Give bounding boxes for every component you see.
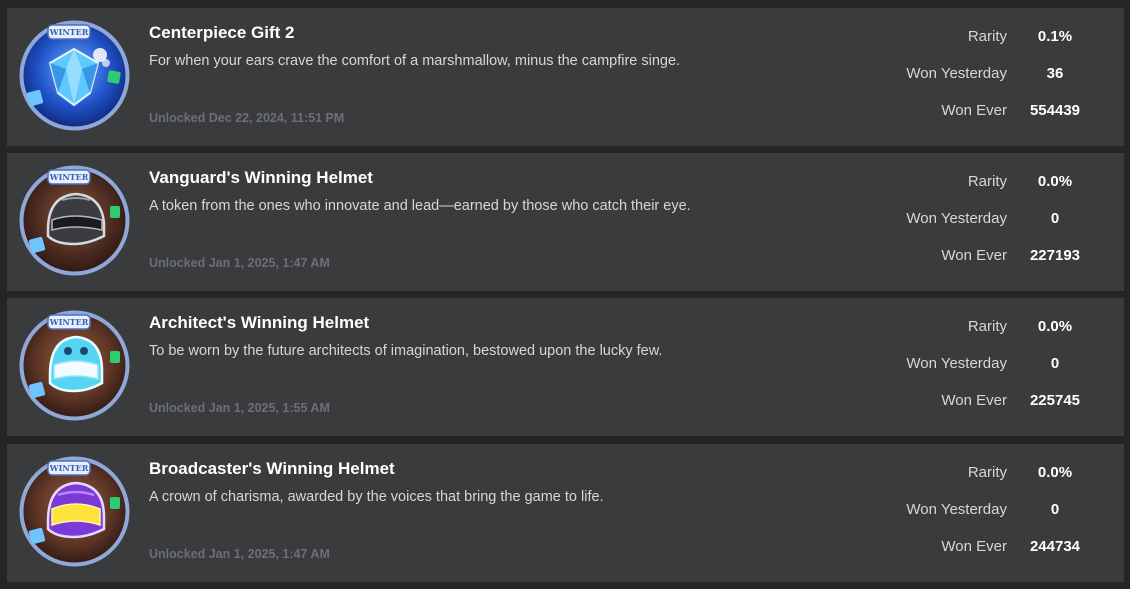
won-yesterday-label: Won Yesterday — [906, 210, 1007, 227]
badge-card: WINTER Centerpiece Gift 2 For when your … — [7, 8, 1124, 146]
rarity-value: 0.0% — [1037, 464, 1073, 481]
won-yesterday-value: 0 — [1050, 355, 1060, 372]
won-ever-value: 554439 — [1029, 102, 1081, 119]
won-yesterday-label: Won Yesterday — [906, 65, 1007, 82]
badge-description: A token from the ones who innovate and l… — [149, 198, 691, 214]
badge-unlocked-date: Unlocked Jan 1, 2025, 1:47 AM — [149, 256, 330, 270]
badge-list: WINTER Centerpiece Gift 2 For when your … — [0, 0, 1130, 589]
purple-yellow-helmet-icon[interactable]: WINTER — [18, 455, 131, 568]
badge-card: WINTER Vanguard's Winning Helmet A token… — [7, 153, 1124, 291]
rarity-label: Rarity — [967, 28, 1007, 45]
rarity-value: 0.0% — [1037, 318, 1073, 335]
badge-title[interactable]: Broadcaster's Winning Helmet — [149, 459, 395, 479]
dark-helmet-icon[interactable]: WINTER — [18, 164, 131, 277]
badge-title[interactable]: Centerpiece Gift 2 — [149, 23, 295, 43]
badge-description: For when your ears crave the comfort of … — [149, 53, 681, 69]
won-yesterday-value: 0 — [1050, 210, 1060, 227]
svg-text:WINTER: WINTER — [49, 172, 89, 182]
won-yesterday-label: Won Yesterday — [906, 501, 1007, 518]
won-ever-label: Won Ever — [941, 538, 1007, 555]
won-ever-label: Won Ever — [941, 247, 1007, 264]
rarity-label: Rarity — [967, 318, 1007, 335]
rarity-label: Rarity — [967, 464, 1007, 481]
rarity-value: 0.0% — [1037, 173, 1073, 190]
badge-unlocked-date: Unlocked Jan 1, 2025, 1:55 AM — [149, 401, 330, 415]
badge-unlocked-date: Unlocked Dec 22, 2024, 11:51 PM — [149, 111, 345, 125]
badge-description: A crown of charisma, awarded by the voic… — [149, 489, 604, 505]
badge-title[interactable]: Vanguard's Winning Helmet — [149, 168, 373, 188]
won-ever-value: 227193 — [1029, 247, 1081, 264]
badge-title[interactable]: Architect's Winning Helmet — [149, 313, 369, 333]
badge-unlocked-date: Unlocked Jan 1, 2025, 1:47 AM — [149, 547, 330, 561]
won-yesterday-label: Won Yesterday — [906, 355, 1007, 372]
won-yesterday-value: 0 — [1050, 501, 1060, 518]
cyan-helmet-icon[interactable]: WINTER — [18, 309, 131, 422]
badge-card: WINTER Architect's Winning Helmet To be … — [7, 298, 1124, 436]
won-ever-label: Won Ever — [941, 392, 1007, 409]
won-ever-value: 225745 — [1029, 392, 1081, 409]
badge-description: To be worn by the future architects of i… — [149, 343, 663, 359]
svg-text:WINTER: WINTER — [49, 463, 89, 473]
diamond-gift-icon[interactable]: WINTER — [18, 19, 131, 132]
svg-text:WINTER: WINTER — [49, 317, 89, 327]
svg-text:WINTER: WINTER — [49, 27, 89, 37]
rarity-value: 0.1% — [1037, 28, 1073, 45]
won-ever-label: Won Ever — [941, 102, 1007, 119]
badge-card: WINTER Broadcaster's Winning Helmet A cr… — [7, 444, 1124, 582]
won-yesterday-value: 36 — [1046, 65, 1064, 82]
won-ever-value: 244734 — [1029, 538, 1081, 555]
rarity-label: Rarity — [967, 173, 1007, 190]
